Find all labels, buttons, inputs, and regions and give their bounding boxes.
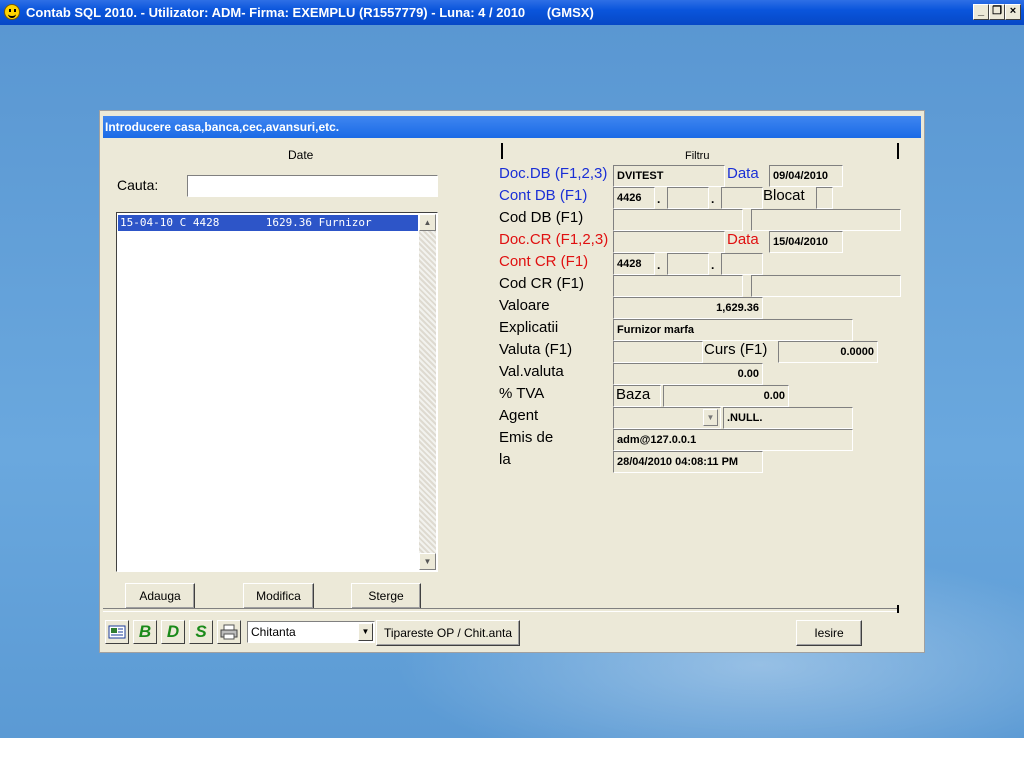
val-valuta-label: Val.valuta xyxy=(499,363,564,380)
doc-type-select[interactable]: Chitanta ▼ xyxy=(247,621,375,643)
cod-db-name-field[interactable] xyxy=(751,209,901,231)
scroll-up-icon[interactable]: ▲ xyxy=(419,214,436,231)
blocat-checkbox[interactable] xyxy=(816,187,833,209)
smiley-app-icon xyxy=(4,4,20,20)
la-label: la xyxy=(499,451,511,468)
search-input[interactable] xyxy=(187,175,438,197)
doc-db-field[interactable]: DVITEST xyxy=(613,165,725,187)
cod-cr-name-field[interactable] xyxy=(751,275,901,297)
curs-field[interactable]: 0.0000 xyxy=(778,341,878,363)
val-valuta-field[interactable]: 0.00 xyxy=(613,363,763,385)
search-label: Cauta: xyxy=(117,177,159,193)
baza-field[interactable]: 0.00 xyxy=(663,385,789,407)
la-field[interactable]: 28/04/2010 04:08:11 PM xyxy=(613,451,763,473)
cod-db-field[interactable] xyxy=(613,209,743,231)
tab-filtru[interactable]: Filtru xyxy=(685,150,709,162)
close-button[interactable]: × xyxy=(1005,4,1021,20)
modify-button[interactable]: Modifica xyxy=(243,583,314,609)
agent-name-field[interactable]: .NULL. xyxy=(723,407,853,429)
cont-cr-label: Cont CR (F1) xyxy=(499,253,589,270)
cod-cr-field[interactable] xyxy=(613,275,743,297)
b-icon[interactable]: B xyxy=(133,620,157,644)
doc-cr-field[interactable] xyxy=(613,231,725,253)
doc-type-value: Chitanta xyxy=(251,625,296,639)
doc-db-label: Doc.DB (F1,2,3) xyxy=(499,165,608,182)
valoare-label: Valoare xyxy=(499,297,550,314)
exit-button[interactable]: Iesire xyxy=(796,620,862,646)
app-titlebar: Contab SQL 2010. - Utilizator: ADM- Firm… xyxy=(0,0,1024,25)
delete-button[interactable]: Sterge xyxy=(351,583,421,609)
cod-cr-label: Cod CR (F1) xyxy=(499,275,585,292)
list-scrollbar[interactable]: ▲ ▼ xyxy=(419,214,436,570)
cont-db-label: Cont DB (F1) xyxy=(499,187,588,204)
explicatii-field[interactable]: Furnizor marfa xyxy=(613,319,853,341)
cont-db-analytic1-field[interactable] xyxy=(667,187,709,209)
cont-db-field[interactable]: 4426 xyxy=(613,187,655,209)
card-icon[interactable] xyxy=(105,620,129,644)
add-button[interactable]: Adauga xyxy=(125,583,195,609)
curs-label: Curs (F1) xyxy=(704,341,768,358)
valoare-field[interactable]: 1,629.36 xyxy=(613,297,763,319)
data-cr-field[interactable]: 15/04/2010 xyxy=(769,231,843,253)
cont-cr-field[interactable]: 4428 xyxy=(613,253,655,275)
tab-date[interactable]: Date xyxy=(288,148,313,162)
dialog-title: Introducere casa,banca,cec,avansuri,etc. xyxy=(105,120,340,134)
chevron-down-icon[interactable]: ▼ xyxy=(358,623,373,641)
emis-label: Emis de xyxy=(499,429,554,446)
doc-cr-label: Doc.CR (F1,2,3) xyxy=(499,231,609,248)
data-cr-label: Data xyxy=(727,231,759,248)
tva-field[interactable]: Baza xyxy=(613,385,661,407)
cont-cr-analytic2-field[interactable] xyxy=(721,253,763,275)
entry-dialog: Introducere casa,banca,cec,avansuri,etc.… xyxy=(99,110,925,653)
baza-label: Baza xyxy=(616,386,651,403)
data-db-label: Data xyxy=(727,165,759,182)
agent-select[interactable]: ▼ xyxy=(613,407,721,429)
app-title: Contab SQL 2010. - Utilizator: ADM- Firm… xyxy=(26,5,594,20)
valuta-field[interactable] xyxy=(613,341,703,363)
agent-label: Agent xyxy=(499,407,539,424)
minimize-button[interactable]: _ xyxy=(973,4,989,20)
cont-cr-analytic1-field[interactable] xyxy=(667,253,709,275)
toolbar-separator xyxy=(103,608,899,612)
s-icon[interactable]: S xyxy=(189,620,213,644)
cont-db-analytic2-field[interactable] xyxy=(721,187,763,209)
data-db-field[interactable]: 09/04/2010 xyxy=(769,165,843,187)
dialog-titlebar: Introducere casa,banca,cec,avansuri,etc. xyxy=(103,116,921,138)
blocat-label: Blocat xyxy=(763,187,805,204)
agent-dropdown-icon[interactable]: ▼ xyxy=(703,409,718,426)
printer-icon[interactable] xyxy=(217,620,241,644)
records-list[interactable]: 15-04-10 C 4428 1629.36 Furnizor ▲ ▼ xyxy=(116,212,438,572)
scroll-down-icon[interactable]: ▼ xyxy=(419,553,436,570)
print-op-button[interactable]: Tipareste OP / Chit.anta xyxy=(376,620,520,646)
valuta-label: Valuta (F1) xyxy=(499,341,573,358)
list-item[interactable]: 15-04-10 C 4428 1629.36 Furnizor xyxy=(118,215,418,231)
d-icon[interactable]: D xyxy=(161,620,185,644)
cod-db-label: Cod DB (F1) xyxy=(499,209,584,226)
taskbar-area xyxy=(0,738,1024,768)
explicatii-label: Explicatii xyxy=(499,319,559,336)
emis-field[interactable]: adm@127.0.0.1 xyxy=(613,429,853,451)
tva-label: % TVA xyxy=(499,385,545,402)
restore-button[interactable]: ❐ xyxy=(989,4,1005,20)
